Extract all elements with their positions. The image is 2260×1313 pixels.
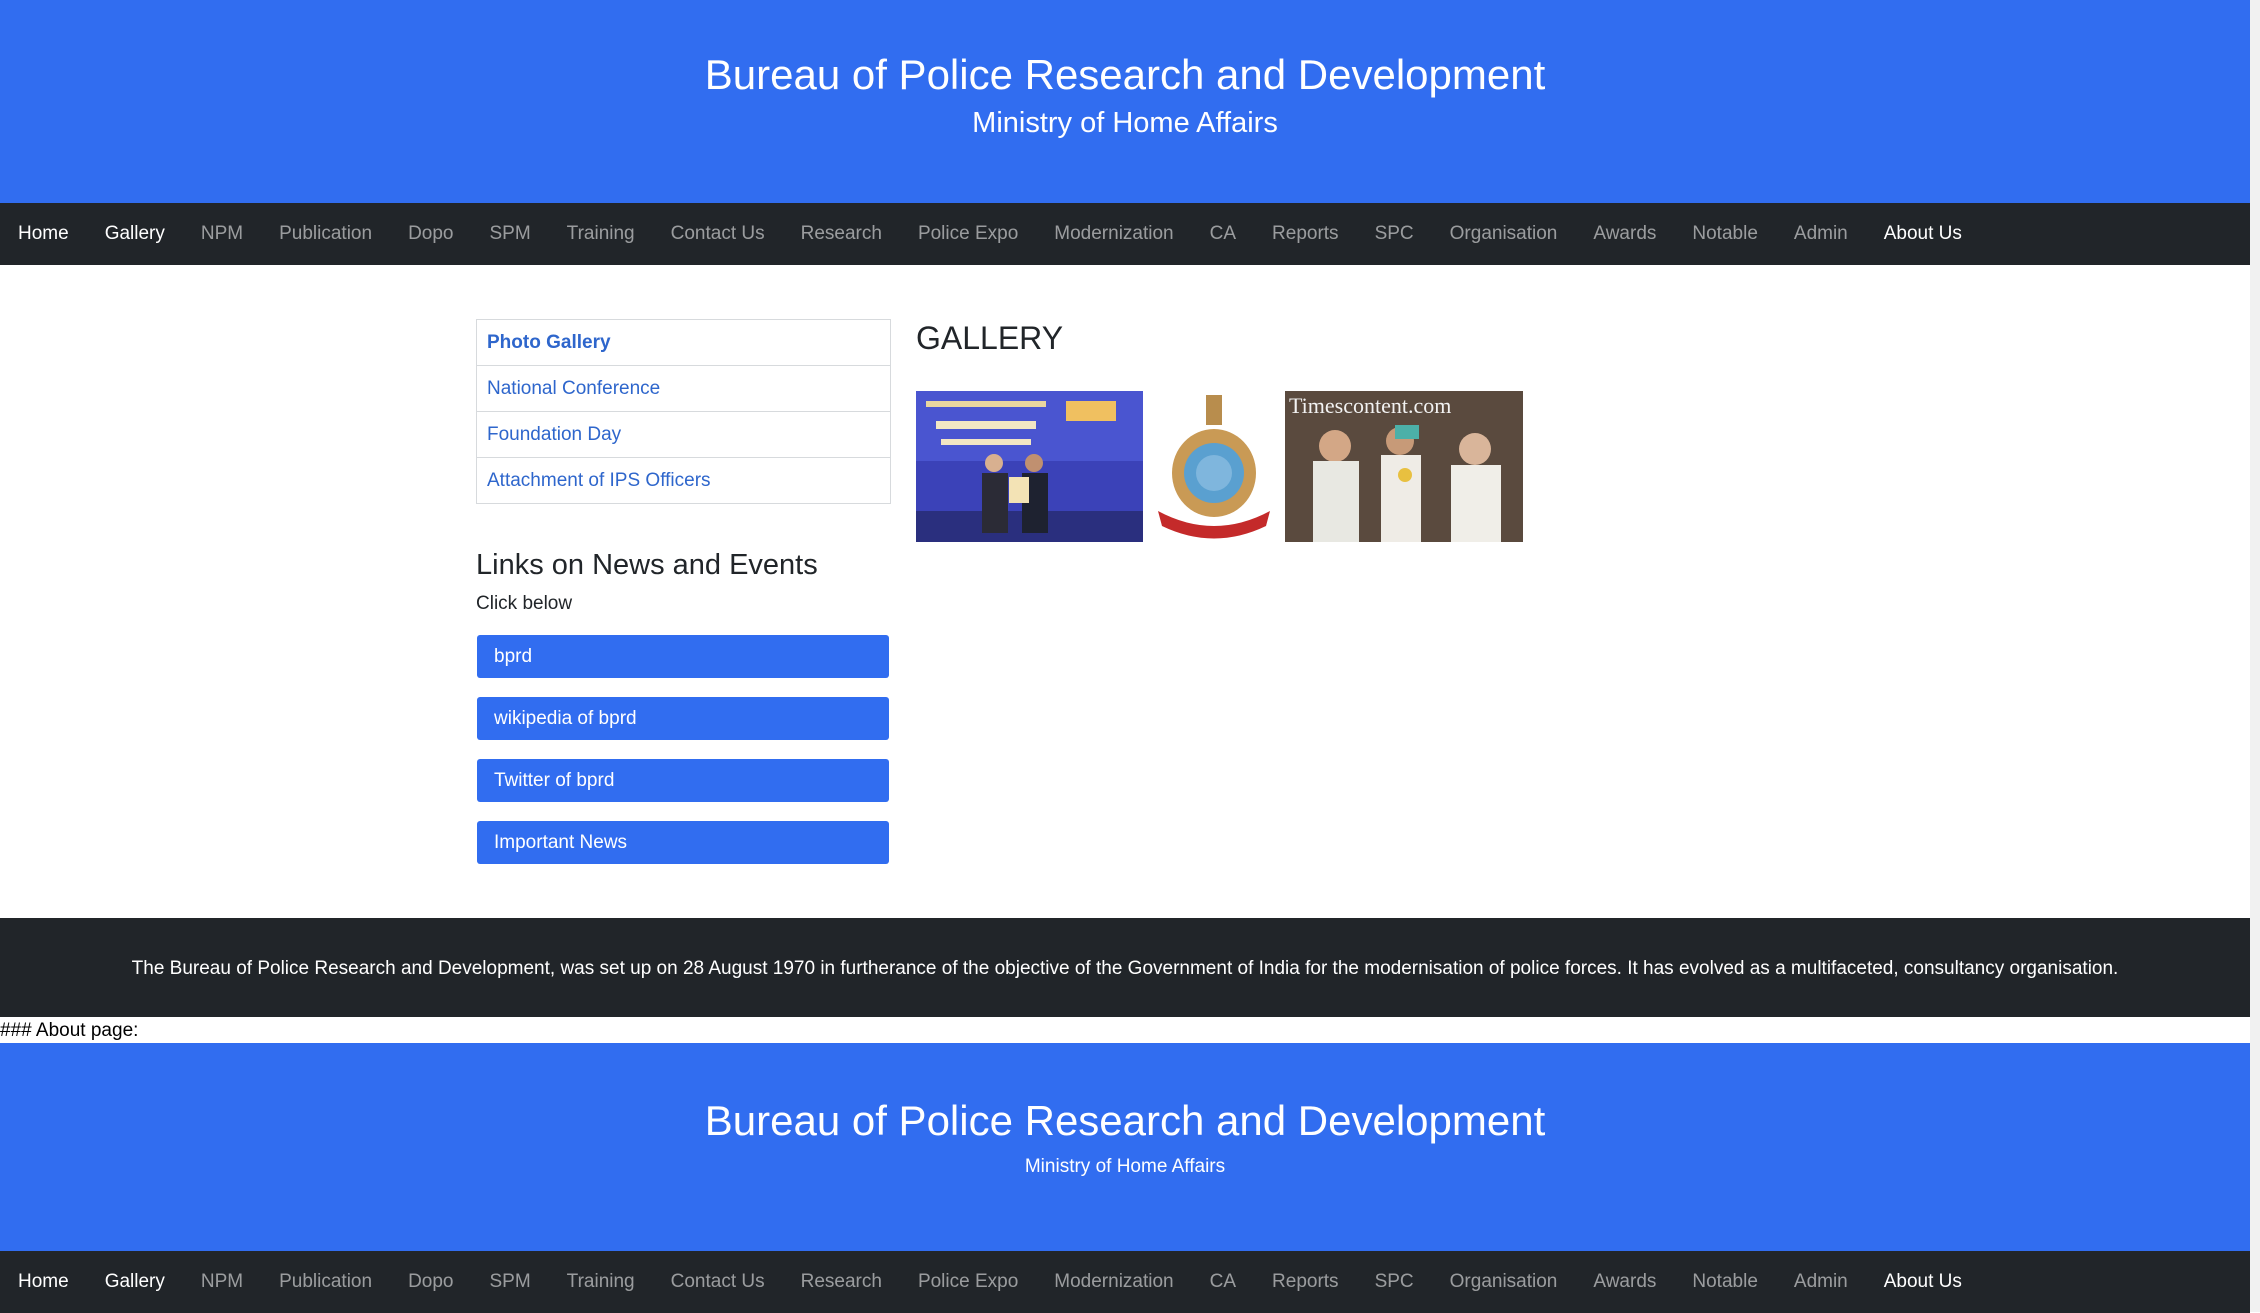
- gallery-heading: GALLERY: [916, 320, 1064, 356]
- gallery-photo-bprd-emblem[interactable]: [1148, 391, 1280, 542]
- main-navbar: Home Gallery NPM Publication Dopo SPM Training…: [0, 203, 2250, 265]
- nav-item-admin[interactable]: Admin: [1776, 1271, 1866, 1293]
- nav-item-reports[interactable]: Reports: [1254, 1271, 1357, 1293]
- about-header: Bureau of Police Research and Developmen…: [0, 1043, 2250, 1251]
- wikipedia-link-button[interactable]: wikipedia of bprd: [477, 697, 889, 740]
- nav-item-notable[interactable]: Notable: [1674, 1271, 1776, 1293]
- nav-item-dopo[interactable]: Dopo: [390, 223, 471, 245]
- nav-item-organisation[interactable]: Organisation: [1432, 223, 1576, 245]
- nav-item-contact-us[interactable]: Contact Us: [653, 1271, 783, 1293]
- links-subheading: Click below: [476, 593, 573, 614]
- bprd-link-button[interactable]: bprd: [477, 635, 889, 678]
- nav-item-training[interactable]: Training: [549, 223, 653, 245]
- nav-item-npm[interactable]: NPM: [183, 223, 261, 245]
- nav-item-dopo[interactable]: Dopo: [390, 1271, 471, 1293]
- nav-item-modernization[interactable]: Modernization: [1036, 1271, 1191, 1293]
- nav-item-spm[interactable]: SPM: [471, 223, 548, 245]
- nav-item-ca[interactable]: CA: [1192, 1271, 1254, 1293]
- nav-item-police-expo[interactable]: Police Expo: [900, 223, 1036, 245]
- nav-item-gallery[interactable]: Gallery: [87, 1271, 183, 1293]
- site-header: Bureau of Police Research and Developmen…: [0, 0, 2250, 203]
- nav-item-contact-us[interactable]: Contact Us: [653, 223, 783, 245]
- nav-item-about-us[interactable]: About Us: [1866, 1271, 1980, 1293]
- nav-item-training[interactable]: Training: [549, 1271, 653, 1293]
- nav-item-npm[interactable]: NPM: [183, 1271, 261, 1293]
- nav-item-about-us[interactable]: About Us: [1866, 223, 1980, 245]
- about-site-title: Bureau of Police Research and Developmen…: [704, 1097, 1546, 1144]
- twitter-link-button[interactable]: Twitter of bprd: [477, 759, 889, 802]
- nav-item-spc[interactable]: SPC: [1357, 1271, 1432, 1293]
- timescontent-watermark: Timescontent.com: [1289, 393, 1452, 418]
- nav-item-spc[interactable]: SPC: [1357, 223, 1432, 245]
- nav-item-research[interactable]: Research: [783, 223, 900, 245]
- site-subtitle: Ministry of Home Affairs: [972, 107, 1278, 139]
- nav-item-ca[interactable]: CA: [1192, 223, 1254, 245]
- links-heading: Links on News and Events: [476, 549, 818, 581]
- nav-item-organisation[interactable]: Organisation: [1432, 1271, 1576, 1293]
- footer-text: The Bureau of Police Research and Develo…: [131, 958, 2119, 979]
- sidebar-item-national-conference[interactable]: National Conference: [477, 366, 890, 412]
- nav-item-research[interactable]: Research: [783, 1271, 900, 1293]
- nav-item-notable[interactable]: Notable: [1674, 223, 1776, 245]
- nav-item-publication[interactable]: Publication: [261, 1271, 390, 1293]
- gallery-sidebar: Photo Gallery National Conference Founda…: [476, 319, 891, 504]
- nav-item-admin[interactable]: Admin: [1776, 223, 1866, 245]
- page-scrollbar[interactable]: [2250, 0, 2260, 1312]
- about-nav-list: Home Gallery NPM Publication Dopo SPM Training…: [0, 1251, 2250, 1313]
- gallery-photo-ceremony[interactable]: [916, 391, 1143, 542]
- nav-item-publication[interactable]: Publication: [261, 223, 390, 245]
- sidebar-item-attachment-of-ips-officers[interactable]: Attachment of IPS Officers: [477, 458, 890, 503]
- site-footer: The Bureau of Police Research and Develo…: [0, 918, 2250, 1017]
- about-navbar: Home Gallery NPM Publication Dopo SPM Training…: [0, 1251, 2250, 1313]
- about-page-label: ### About page:: [0, 1020, 139, 1041]
- nav-item-modernization[interactable]: Modernization: [1036, 223, 1191, 245]
- site-title: Bureau of Police Research and Developmen…: [704, 51, 1546, 98]
- sidebar-item-foundation-day[interactable]: Foundation Day: [477, 412, 890, 458]
- nav-item-home[interactable]: Home: [0, 223, 87, 245]
- gallery-photo-event[interactable]: Timescontent.com: [1285, 391, 1523, 542]
- sidebar-item-photo-gallery[interactable]: Photo Gallery: [477, 320, 890, 366]
- nav-item-home[interactable]: Home: [0, 1271, 87, 1293]
- nav-item-spm[interactable]: SPM: [471, 1271, 548, 1293]
- important-news-link-button[interactable]: Important News: [477, 821, 889, 864]
- about-site-subtitle: Ministry of Home Affairs: [1024, 1156, 1226, 1177]
- nav-list: Home Gallery NPM Publication Dopo SPM Training…: [0, 203, 2250, 265]
- nav-item-gallery[interactable]: Gallery: [87, 223, 183, 245]
- nav-item-awards[interactable]: Awards: [1575, 223, 1674, 245]
- nav-item-reports[interactable]: Reports: [1254, 223, 1357, 245]
- nav-item-police-expo[interactable]: Police Expo: [900, 1271, 1036, 1293]
- nav-item-awards[interactable]: Awards: [1575, 1271, 1674, 1293]
